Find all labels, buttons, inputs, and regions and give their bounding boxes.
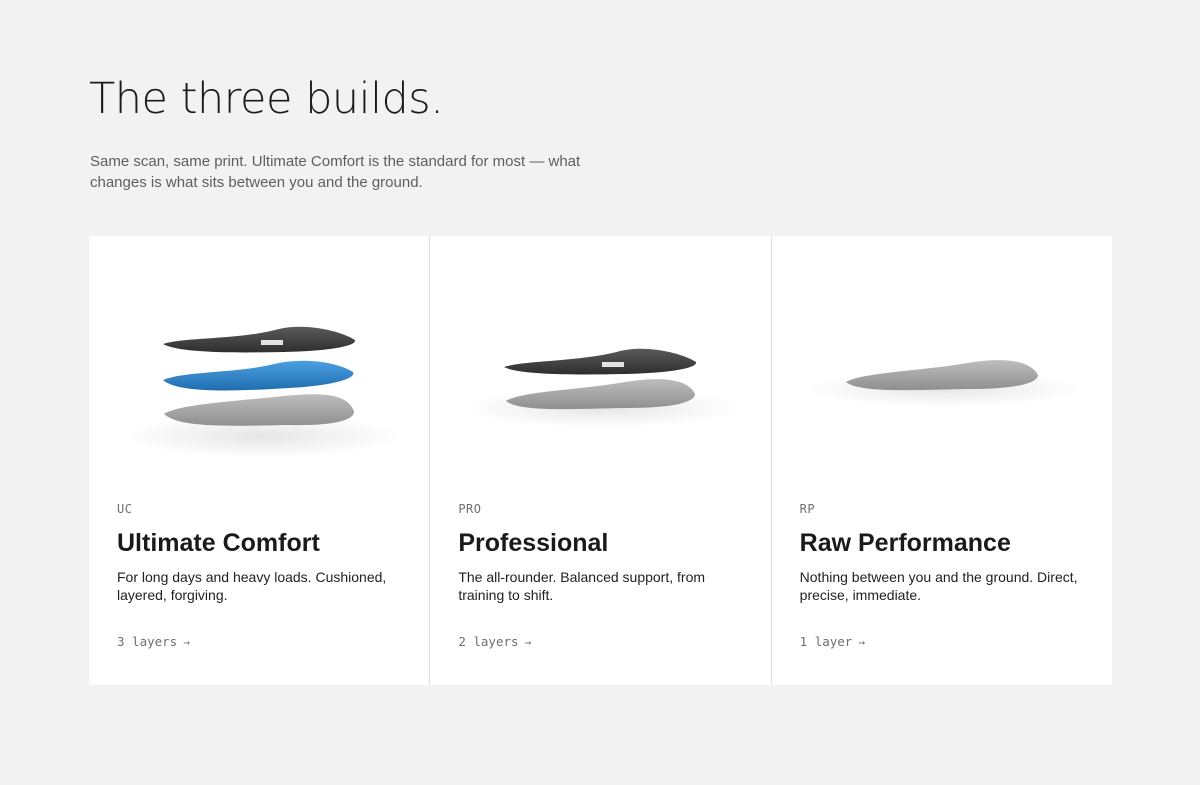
layers-count: 1 layer bbox=[799, 634, 853, 649]
build-description: The all-rounder. Balanced support, from … bbox=[458, 569, 706, 603]
layers-link[interactable]: 2 layers → bbox=[458, 634, 531, 649]
builds-card-grid: UC Ultimate Comfort For long days and he… bbox=[89, 236, 1112, 685]
build-name: Ultimate Comfort bbox=[117, 529, 320, 557]
arrow-right-icon: → bbox=[524, 636, 532, 649]
page-title: The three builds. bbox=[89, 74, 444, 124]
build-description: For long days and heavy loads. Cushioned… bbox=[117, 569, 387, 603]
insole-three-layer-image bbox=[89, 236, 429, 496]
build-name: Professional bbox=[458, 529, 609, 557]
build-card-ultimate-comfort[interactable]: UC Ultimate Comfort For long days and he… bbox=[89, 236, 430, 685]
build-name: Raw Performance bbox=[799, 529, 1011, 557]
build-description: Nothing between you and the ground. Dire… bbox=[799, 569, 1078, 603]
layers-count: 3 layers bbox=[117, 634, 178, 649]
build-code: PRO bbox=[458, 502, 482, 516]
build-code: UC bbox=[117, 502, 133, 516]
layers-count: 2 layers bbox=[458, 634, 519, 649]
layers-link[interactable]: 1 layer → bbox=[800, 634, 865, 649]
build-code: RP bbox=[799, 502, 816, 516]
build-card-professional[interactable]: PRO Professional The all-rounder. Balanc… bbox=[429, 236, 771, 685]
arrow-right-icon: → bbox=[858, 636, 865, 649]
build-card-raw-performance[interactable]: RP Raw Performance Nothing between you a… bbox=[770, 236, 1112, 685]
insole-single-layer-image bbox=[772, 236, 1112, 496]
layers-link[interactable]: 3 layers → bbox=[117, 634, 190, 649]
intro-text: Same scan, same print. Ultimate Comfort … bbox=[90, 153, 581, 191]
insole-two-layer-image bbox=[430, 236, 770, 496]
arrow-right-icon: → bbox=[183, 636, 190, 649]
